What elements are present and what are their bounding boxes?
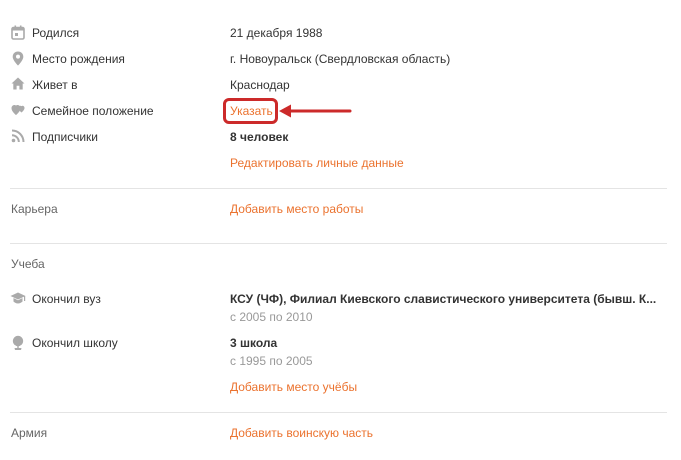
subscribers-label: Подписчики [32, 130, 99, 144]
add-workplace-link[interactable]: Добавить место работы [230, 202, 363, 216]
annotation-highlight-box [223, 98, 278, 124]
education-section-label: Учеба [11, 257, 45, 271]
birthplace-value: г. Новоуральск (Свердловская область) [230, 52, 451, 66]
school-label: Окончил школу [32, 336, 118, 350]
university-years: с 2005 по 2010 [230, 310, 313, 324]
school-years: с 1995 по 2005 [230, 354, 313, 368]
annotation-arrow-icon [279, 104, 352, 118]
divider [10, 412, 667, 413]
divider [10, 188, 667, 189]
calendar-icon [11, 25, 27, 41]
university-label: Окончил вуз [32, 292, 101, 306]
add-education-link[interactable]: Добавить место учёбы [230, 380, 357, 394]
globe-icon [11, 335, 27, 351]
birthplace-label: Место рождения [32, 52, 125, 66]
rss-icon [11, 129, 27, 145]
graduation-cap-icon [10, 291, 26, 307]
subscribers-value[interactable]: 8 человек [230, 130, 288, 144]
lives-label: Живет в [32, 78, 78, 92]
edit-personal-data-link[interactable]: Редактировать личные данные [230, 156, 404, 170]
born-label: Родился [32, 26, 80, 40]
career-section-label: Карьера [11, 202, 58, 216]
army-section-label: Армия [11, 426, 48, 440]
heart-icon [11, 103, 27, 119]
add-military-unit-link[interactable]: Добавить воинскую часть [230, 426, 373, 440]
divider [10, 243, 667, 244]
home-icon [11, 77, 27, 93]
location-pin-icon [12, 51, 28, 67]
born-value: 21 декабря 1988 [230, 26, 323, 40]
lives-value: Краснодар [230, 78, 290, 92]
university-name[interactable]: КСУ (ЧФ), Филиал Киевского славистическо… [230, 292, 656, 306]
school-name[interactable]: 3 школа [230, 336, 277, 350]
family-status-label: Семейное положение [32, 104, 154, 118]
